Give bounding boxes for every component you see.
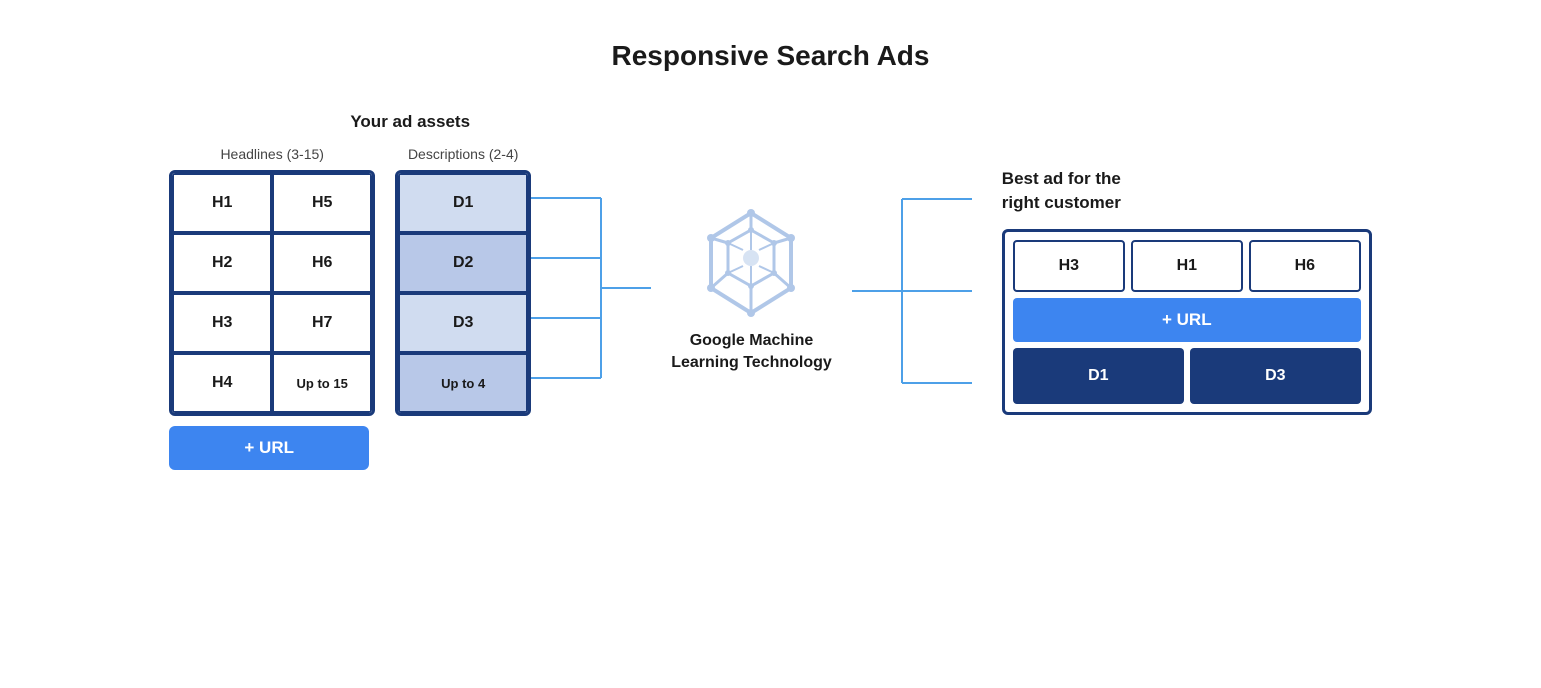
headline-h3: H3 bbox=[172, 293, 272, 353]
best-ad-card: H3 H1 H6 + URL D1 D3 bbox=[1002, 229, 1372, 415]
descriptions-column: Descriptions (2-4) D1 D2 D3 Up to 4 bbox=[395, 146, 531, 416]
ml-icon-svg bbox=[696, 208, 806, 318]
descriptions-label: Descriptions (2-4) bbox=[395, 146, 531, 162]
headline-h2: H2 bbox=[172, 233, 272, 293]
headline-h1: H1 bbox=[172, 173, 272, 233]
ml-label: Google Machine Learning Technology bbox=[671, 330, 832, 375]
left-connectors-svg bbox=[531, 168, 651, 412]
ml-section: Google Machine Learning Technology bbox=[671, 208, 832, 375]
main-content: Your ad assets Headlines (3-15) H1 H5 H2… bbox=[0, 112, 1541, 470]
best-h6: H6 bbox=[1249, 240, 1361, 292]
desc-d3: D3 bbox=[398, 293, 528, 353]
ad-assets-title: Your ad assets bbox=[350, 112, 470, 132]
page-title: Responsive Search Ads bbox=[612, 40, 930, 72]
best-ad-headlines-row: H3 H1 H6 bbox=[1013, 240, 1361, 292]
best-desc-row: D1 D3 bbox=[1013, 348, 1361, 404]
headline-h7: H7 bbox=[272, 293, 372, 353]
best-h1: H1 bbox=[1131, 240, 1243, 292]
best-ad-section: Best ad for the right customer H3 H1 H6 … bbox=[1002, 167, 1372, 415]
best-d3: D3 bbox=[1190, 348, 1361, 404]
best-d1: D1 bbox=[1013, 348, 1184, 404]
best-ad-title: Best ad for the right customer bbox=[1002, 167, 1121, 215]
ad-assets-section: Your ad assets Headlines (3-15) H1 H5 H2… bbox=[169, 112, 651, 470]
headline-h5: H5 bbox=[272, 173, 372, 233]
desc-d1: D1 bbox=[398, 173, 528, 233]
best-h3: H3 bbox=[1013, 240, 1125, 292]
desc-upto4: Up to 4 bbox=[398, 353, 528, 413]
headlines-label: Headlines (3-15) bbox=[169, 146, 375, 162]
headline-h6: H6 bbox=[272, 233, 372, 293]
desc-d2: D2 bbox=[398, 233, 528, 293]
headline-upto15: Up to 15 bbox=[272, 353, 372, 413]
descriptions-connector-group: Descriptions (2-4) D1 D2 D3 Up to 4 bbox=[385, 146, 651, 416]
descriptions-grid: D1 D2 D3 Up to 4 bbox=[395, 170, 531, 416]
headlines-grid: H1 H5 H2 H6 H3 H7 H4 Up to 15 bbox=[169, 170, 375, 416]
best-url-bar: + URL bbox=[1013, 298, 1361, 342]
right-connectors-svg bbox=[852, 169, 972, 413]
headline-h4: H4 bbox=[172, 353, 272, 413]
left-url-bar: + URL bbox=[169, 426, 369, 470]
headlines-column: Headlines (3-15) H1 H5 H2 H6 H3 H7 H4 Up… bbox=[169, 146, 375, 470]
